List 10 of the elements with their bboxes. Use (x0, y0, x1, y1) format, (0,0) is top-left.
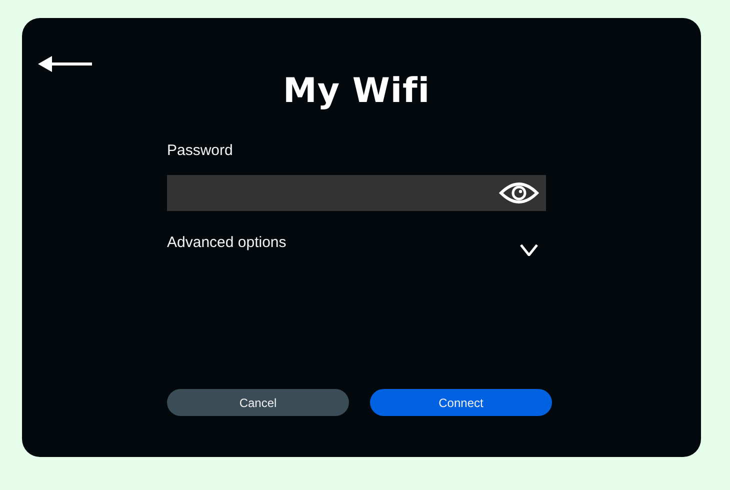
back-button[interactable] (38, 55, 92, 73)
chevron-down-icon[interactable] (520, 244, 538, 256)
dialog-title: My Wifi (282, 70, 431, 113)
connect-button[interactable]: Connect (370, 389, 552, 416)
password-label: Password (167, 142, 234, 159)
advanced-options-label[interactable]: Advanced options (167, 234, 286, 251)
password-field[interactable] (167, 175, 546, 211)
eye-icon[interactable] (499, 180, 539, 206)
back-arrow-icon (38, 55, 92, 73)
cancel-button[interactable]: Cancel (167, 389, 349, 416)
